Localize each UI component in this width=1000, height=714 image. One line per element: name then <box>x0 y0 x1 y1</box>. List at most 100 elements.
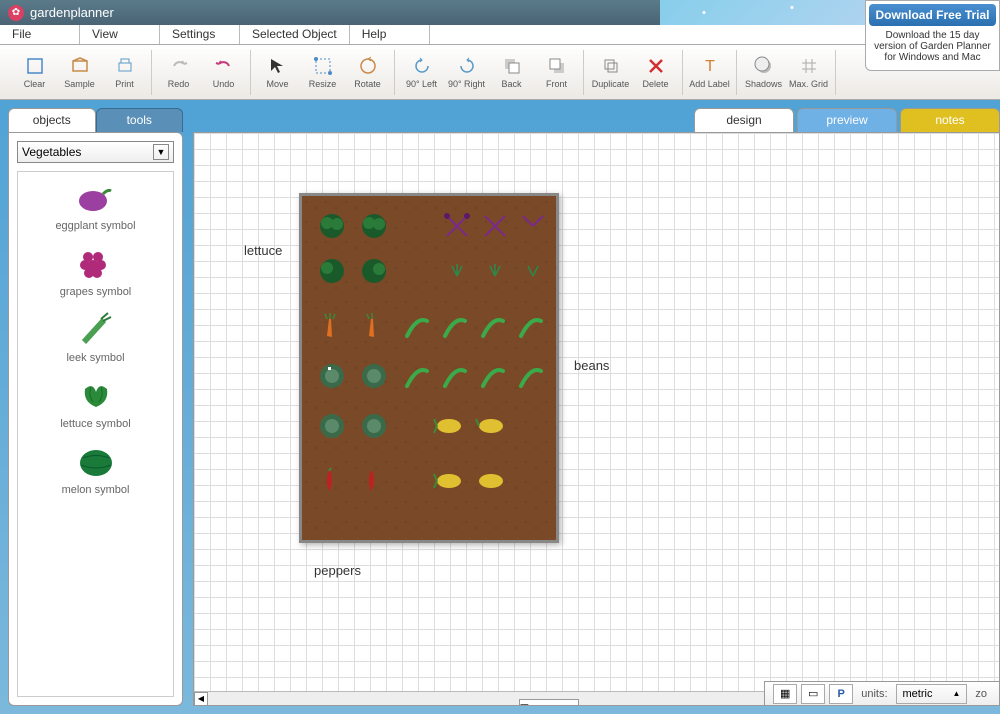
toolbar-label: Add Label <box>689 79 730 89</box>
toolbar-90-right[interactable]: 90° Right <box>444 50 489 95</box>
menu-settings[interactable]: Settings <box>160 25 240 44</box>
toolbar-sample[interactable]: Sample <box>57 50 102 95</box>
purple-plant[interactable] <box>442 211 472 241</box>
purple-plant[interactable] <box>480 211 510 241</box>
toolbar-max-grid[interactable]: Max. Grid <box>786 50 831 95</box>
design-canvas[interactable]: lettuce beans peppers ◀ ≡ <box>193 132 1000 706</box>
category-dropdown[interactable]: Vegetables ▼ <box>17 141 174 163</box>
lettuce-symbol-icon <box>72 376 120 416</box>
toolbar-back[interactable]: Back <box>489 50 534 95</box>
bean-plant[interactable] <box>440 311 470 341</box>
tab-objects[interactable]: objects <box>8 108 96 132</box>
scroll-left-icon[interactable]: ◀ <box>194 692 208 706</box>
toolbar-shadows[interactable]: Shadows <box>741 50 786 95</box>
bean-plant[interactable] <box>440 361 470 391</box>
object-name: melon symbol <box>62 484 130 496</box>
toolbar-label: Duplicate <box>592 79 630 89</box>
object-list[interactable]: eggplant symbolgrapes symbol leek symbol l… <box>17 171 174 697</box>
toolbar-undo[interactable]: Undo <box>201 50 246 95</box>
toolbar-move[interactable]: Move <box>255 50 300 95</box>
herb-plant[interactable] <box>442 256 472 286</box>
redo-icon <box>168 55 190 77</box>
cabbage-plant[interactable] <box>317 411 347 441</box>
label-peppers[interactable]: peppers <box>314 563 361 578</box>
label-beans[interactable]: beans <box>574 358 609 373</box>
bean-plant[interactable] <box>516 361 546 391</box>
scroll-thumb[interactable]: ≡ <box>519 699 579 707</box>
list-item[interactable]: melon symbol <box>18 436 173 502</box>
units-select[interactable]: metric ▲ <box>896 684 968 704</box>
object-name: leek symbol <box>66 352 124 364</box>
bean-plant[interactable] <box>402 361 432 391</box>
ruler-toggle-icon[interactable]: ▭ <box>801 684 825 704</box>
list-item[interactable]: lettuce symbol <box>18 370 173 436</box>
list-item[interactable]: leek symbol <box>18 304 173 370</box>
units-value: metric <box>903 688 933 700</box>
tab-preview[interactable]: preview <box>797 108 897 132</box>
toolbar-clear[interactable]: Clear <box>12 50 57 95</box>
tab-tools[interactable]: tools <box>96 108 184 132</box>
tab-design[interactable]: design <box>694 108 794 132</box>
download-button[interactable]: Download Free Trial <box>869 4 996 26</box>
bean-plant[interactable] <box>516 311 546 341</box>
toolbar-90-left[interactable]: 90° Left <box>399 50 444 95</box>
lettuce-plant[interactable] <box>359 211 389 241</box>
rotate-icon <box>357 55 379 77</box>
corn-plant[interactable] <box>432 466 462 496</box>
list-item[interactable]: eggplant symbol <box>18 172 173 238</box>
corn-plant[interactable] <box>474 466 504 496</box>
print-icon <box>114 55 136 77</box>
corn-plant[interactable] <box>432 411 462 441</box>
chevron-up-icon: ▲ <box>952 689 960 698</box>
pepper-plant[interactable] <box>359 466 389 496</box>
bean-plant[interactable] <box>478 311 508 341</box>
tab-notes[interactable]: notes <box>900 108 1000 132</box>
lettuce-plant[interactable] <box>317 256 347 286</box>
toolbar-print[interactable]: Print <box>102 50 147 95</box>
eggplant-symbol-icon <box>72 178 120 218</box>
herb-plant[interactable] <box>518 256 548 286</box>
lettuce-plant[interactable] <box>359 256 389 286</box>
bean-plant[interactable] <box>402 311 432 341</box>
status-bar: ▦ ▭ P units: metric ▲ zo <box>764 681 1000 706</box>
toolbar-label: Move <box>266 79 288 89</box>
toolbar-label: Redo <box>168 79 190 89</box>
menu-selected-object[interactable]: Selected Object <box>240 25 350 44</box>
menu-view[interactable]: View <box>80 25 160 44</box>
cabbage-plant[interactable] <box>359 361 389 391</box>
toolbar-label: Print <box>115 79 134 89</box>
herb-plant[interactable] <box>480 256 510 286</box>
clear-icon <box>24 55 46 77</box>
garden-bed[interactable] <box>299 193 559 543</box>
rot-right-icon <box>456 55 478 77</box>
toolbar-label: 90° Left <box>406 79 437 89</box>
bean-plant[interactable] <box>478 361 508 391</box>
pepper-plant[interactable] <box>317 466 347 496</box>
carrot-plant[interactable] <box>317 311 347 341</box>
duplicate-icon <box>600 55 622 77</box>
toolbar-label: Resize <box>309 79 337 89</box>
toolbar-duplicate[interactable]: Duplicate <box>588 50 633 95</box>
lettuce-plant[interactable] <box>317 211 347 241</box>
toolbar-front[interactable]: Front <box>534 50 579 95</box>
toolbar-add-label[interactable]: TAdd Label <box>687 50 732 95</box>
cabbage-plant[interactable] <box>359 411 389 441</box>
object-name: lettuce symbol <box>60 418 130 430</box>
toolbar-redo[interactable]: Redo <box>156 50 201 95</box>
toolbar-rotate[interactable]: Rotate <box>345 50 390 95</box>
grid-toggle-icon[interactable]: ▦ <box>773 684 797 704</box>
p-toggle[interactable]: P <box>829 684 853 704</box>
toolbar-resize[interactable]: Resize <box>300 50 345 95</box>
cabbage-plant[interactable] <box>317 361 347 391</box>
label-lettuce[interactable]: lettuce <box>244 243 282 258</box>
toolbar-label: Clear <box>24 79 46 89</box>
list-item[interactable]: grapes symbol <box>18 238 173 304</box>
carrot-plant[interactable] <box>359 311 389 341</box>
toolbar-delete[interactable]: Delete <box>633 50 678 95</box>
toolbar-label: 90° Right <box>448 79 485 89</box>
menu-help[interactable]: Help <box>350 25 430 44</box>
menu-file[interactable]: File <box>0 25 80 44</box>
leek-symbol-icon <box>72 310 120 350</box>
purple-plant[interactable] <box>518 211 548 241</box>
corn-plant[interactable] <box>474 411 504 441</box>
